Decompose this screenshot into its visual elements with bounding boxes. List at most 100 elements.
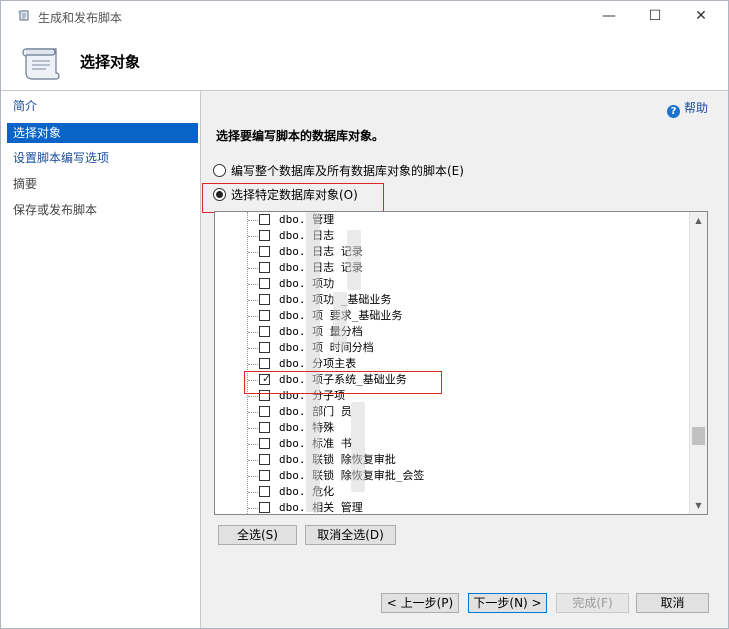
tree-row[interactable]: dbo. 项功 _基础业务 xyxy=(215,292,685,308)
main-panel: ? 帮助 选择要编写脚本的数据库对象。 编写整个数据库及所有数据库对象的脚本(E)… xyxy=(201,91,728,628)
tree-connector xyxy=(248,348,258,349)
cancel-button[interactable]: 取消 xyxy=(636,593,709,613)
tree-connector xyxy=(248,284,258,285)
close-icon[interactable]: ✕ xyxy=(678,1,724,32)
minimize-icon[interactable]: — xyxy=(586,1,632,32)
select-all-button[interactable]: 全选(S) xyxy=(218,525,297,545)
sidebar-item-save-publish: 保存或发布脚本 xyxy=(13,203,98,217)
script-scroll-icon xyxy=(22,48,60,80)
checkbox[interactable] xyxy=(259,278,270,289)
title-bar: 生成和发布脚本 — ☐ ✕ xyxy=(1,1,728,32)
tree-connector xyxy=(248,332,258,333)
radio-script-entire-db[interactable]: 编写整个数据库及所有数据库对象的脚本(E) xyxy=(213,162,464,180)
checkbox[interactable] xyxy=(259,422,270,433)
help-link[interactable]: ? 帮助 xyxy=(666,99,708,118)
redaction-blur xyxy=(351,402,365,492)
tree-row[interactable]: dbo. 项功 xyxy=(215,276,685,292)
tree-row[interactable]: dbo. 标准 书 xyxy=(215,436,685,452)
sidebar-item-summary: 摘要 xyxy=(13,177,38,191)
checkbox[interactable] xyxy=(259,358,270,369)
sidebar-item-choose-objects[interactable]: 选择对象 xyxy=(7,123,198,143)
tree-row[interactable]: dbo. 日志 记录 xyxy=(215,260,685,276)
row-label: dbo. 联锁 除恢复审批 xyxy=(279,453,396,466)
row-label: dbo. 项 量分档 xyxy=(279,325,363,338)
checkbox[interactable] xyxy=(259,454,270,465)
tree-connector xyxy=(248,300,258,301)
page-header: 选择对象 xyxy=(1,32,728,91)
tree-connector xyxy=(248,460,258,461)
row-label: dbo. 项 时间分档 xyxy=(279,341,374,354)
checkbox[interactable] xyxy=(259,486,270,497)
help-icon: ? xyxy=(666,105,680,118)
checkbox[interactable] xyxy=(259,502,270,513)
tree-connector xyxy=(248,316,258,317)
tree-row[interactable]: dbo. 联锁 除恢复审批 xyxy=(215,452,685,468)
tree-connector xyxy=(248,412,258,413)
checkbox[interactable] xyxy=(259,470,270,481)
finish-button: 完成(F) xyxy=(556,593,629,613)
window-title: 生成和发布脚本 xyxy=(38,11,123,25)
checkbox[interactable] xyxy=(259,246,270,257)
script-scroll-icon xyxy=(18,10,29,21)
next-button[interactable]: 下一步(N) > xyxy=(468,593,547,613)
tree-connector xyxy=(248,236,258,237)
tree-connector xyxy=(248,428,258,429)
radio-label: 编写整个数据库及所有数据库对象的脚本(E) xyxy=(231,164,464,178)
radio-button[interactable] xyxy=(213,164,226,177)
page-title: 选择对象 xyxy=(80,53,141,71)
checkbox[interactable] xyxy=(259,262,270,273)
tree-row[interactable]: dbo. 日志 记录 xyxy=(215,244,685,260)
tree-row[interactable]: dbo. 危化 xyxy=(215,484,685,500)
redaction-blur xyxy=(347,230,361,290)
tree-connector xyxy=(248,444,258,445)
scroll-up-icon[interactable]: ▲ xyxy=(690,212,707,229)
maximize-icon[interactable]: ☐ xyxy=(632,1,678,32)
checkbox[interactable] xyxy=(259,294,270,305)
dialog-window: 生成和发布脚本 — ☐ ✕ 选择对象 简介 选择对象 设置脚本编写选项 摘要 保… xyxy=(0,0,729,629)
radio-button-selected[interactable] xyxy=(213,188,226,201)
radio-dot xyxy=(216,191,223,198)
checkbox[interactable] xyxy=(259,214,270,225)
object-tree[interactable]: dbo. 管理 dbo. 日志 dbo. 日志 记录 dbo. 日志 记录 db… xyxy=(214,211,708,515)
checkbox[interactable] xyxy=(259,342,270,353)
tree-row[interactable]: dbo. 分项主表 xyxy=(215,356,685,372)
checkbox[interactable] xyxy=(259,230,270,241)
tree-connector xyxy=(248,268,258,269)
scroll-thumb[interactable] xyxy=(692,427,705,445)
tree-connector xyxy=(248,476,258,477)
tree-row[interactable]: dbo. 项 要求_基础业务 xyxy=(215,308,685,324)
tree-row[interactable]: dbo. 日志 xyxy=(215,228,685,244)
tree-connector xyxy=(248,508,258,509)
help-label: 帮助 xyxy=(683,101,708,115)
tree-row[interactable]: dbo. 联锁 除恢复审批_会签 xyxy=(215,468,685,484)
red-annotation-box xyxy=(244,371,442,394)
tree-row[interactable]: dbo. 项 时间分档 xyxy=(215,340,685,356)
scroll-down-icon[interactable]: ▼ xyxy=(690,497,707,514)
redaction-blur xyxy=(306,212,320,512)
tree-connector xyxy=(248,396,258,397)
tree-row[interactable]: dbo. 项 量分档 xyxy=(215,324,685,340)
tree-row[interactable]: dbo. 管理 xyxy=(215,212,685,228)
checkbox[interactable] xyxy=(259,406,270,417)
wizard-sidebar: 简介 选择对象 设置脚本编写选项 摘要 保存或发布脚本 xyxy=(1,91,201,628)
checkbox[interactable] xyxy=(259,326,270,337)
redaction-blur xyxy=(333,292,347,350)
checkbox[interactable] xyxy=(259,310,270,321)
checkbox[interactable] xyxy=(259,438,270,449)
radio-label: 选择特定数据库对象(O) xyxy=(231,188,358,202)
tree-row[interactable]: dbo. 部门 员 xyxy=(215,404,685,420)
section-title: 选择要编写脚本的数据库对象。 xyxy=(216,129,385,143)
sidebar-item-intro[interactable]: 简介 xyxy=(7,96,198,116)
tree-row[interactable]: dbo. 相关 管理 xyxy=(215,500,685,514)
tree-connector xyxy=(248,364,258,365)
deselect-all-button[interactable]: 取消全选(D) xyxy=(305,525,396,545)
tree-scrollbar[interactable]: ▲ ▼ xyxy=(689,212,707,514)
tree-connector xyxy=(248,220,258,221)
tree-row[interactable]: dbo. 特殊 xyxy=(215,420,685,436)
sidebar-item-scripting-options[interactable]: 设置脚本编写选项 xyxy=(7,148,198,168)
radio-specific-objects[interactable]: 选择特定数据库对象(O) xyxy=(213,186,358,204)
prev-button[interactable]: < 上一步(P) xyxy=(381,593,459,613)
tree-connector xyxy=(248,252,258,253)
row-label: dbo. 相关 管理 xyxy=(279,501,363,514)
tree-connector xyxy=(248,492,258,493)
